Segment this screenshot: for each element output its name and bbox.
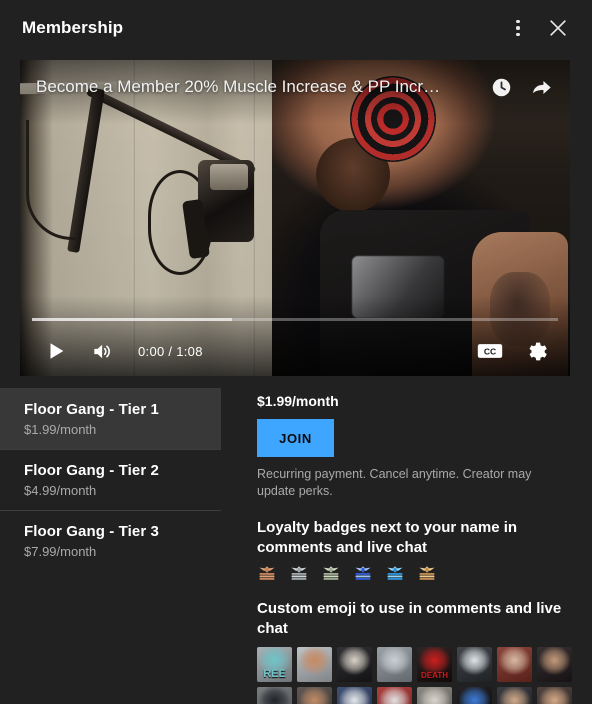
emoji-art	[377, 646, 412, 682]
tier-option-3[interactable]: Floor Gang - Tier 3 $7.99/month	[0, 510, 221, 571]
recurring-payment-note: Recurring payment. Cancel anytime. Creat…	[257, 467, 532, 498]
play-glyph	[50, 343, 64, 359]
play-icon[interactable]	[36, 331, 76, 371]
emoji-art	[337, 646, 372, 682]
more-vertical-glyph	[516, 19, 520, 37]
badge-glyph	[355, 566, 371, 581]
membership-dialog: Membership Become a Member 20% Muscle In…	[0, 0, 592, 704]
loyalty-badge-6-month	[321, 565, 341, 581]
emoji-laugh[interactable]	[297, 646, 332, 682]
volume-icon[interactable]	[82, 331, 122, 371]
emoji-shirt[interactable]	[337, 646, 372, 682]
progress-bar[interactable]	[32, 318, 558, 321]
close-icon[interactable]	[538, 8, 578, 48]
badge-glyph	[419, 566, 435, 581]
detail-price: $1.99/month	[257, 393, 339, 409]
emoji-text-blue[interactable]	[457, 686, 492, 704]
loyalty-badge-1-month	[257, 565, 277, 581]
gear-icon[interactable]	[516, 331, 556, 371]
volume-glyph	[93, 344, 110, 358]
control-row: 0:00 / 1:08 CC	[20, 326, 570, 376]
emoji-art	[537, 686, 572, 704]
emoji-point[interactable]	[297, 686, 332, 704]
badge-glyph	[323, 566, 339, 581]
tier-name: Floor Gang - Tier 1	[24, 401, 159, 418]
emoji-art	[337, 686, 372, 704]
emoji-label: DEATH	[421, 670, 448, 680]
emoji-label: REE	[263, 667, 286, 680]
svg-text:CC: CC	[484, 347, 496, 357]
custom-emoji-title: Custom emoji to use in comments and live…	[257, 600, 562, 638]
time-display: 0:00 / 1:08	[138, 343, 203, 359]
loyalty-badge-24-month	[385, 565, 405, 581]
loyalty-badge-2-month	[289, 565, 309, 581]
loyalty-badges-title: Loyalty badges next to your name in comm…	[257, 518, 518, 556]
video-title[interactable]: Become a Member 20% Muscle Increase & PP…	[36, 77, 476, 97]
video-controls: 0:00 / 1:08 CC	[20, 318, 570, 376]
emoji-dog[interactable]	[337, 686, 372, 704]
tier-details: $1.99/month JOIN Recurring payment. Canc…	[257, 393, 577, 704]
custom-emoji-grid: REE DEATH	[257, 646, 575, 704]
badge-glyph	[259, 566, 275, 581]
emoji-hand[interactable]	[417, 686, 452, 704]
badge-glyph	[291, 566, 307, 581]
emoji-art	[417, 686, 452, 704]
progress-buffered	[32, 318, 232, 321]
emoji-rage[interactable]	[497, 646, 532, 682]
video-header-bar: Become a Member 20% Muscle Increase & PP…	[20, 60, 570, 114]
loyalty-badge-12-month	[353, 565, 373, 581]
tier-option-2[interactable]: Floor Gang - Tier 2 $4.99/month	[0, 449, 221, 510]
emoji-art	[457, 686, 492, 704]
loyalty-badge-list	[257, 565, 577, 581]
badge-glyph	[387, 566, 403, 581]
cc-icon[interactable]: CC	[470, 331, 510, 371]
emoji-art	[297, 646, 332, 682]
emoji-beard[interactable]	[537, 646, 572, 682]
emoji-art	[537, 646, 572, 682]
emoji-hands-face[interactable]	[537, 686, 572, 704]
share-glyph	[532, 80, 551, 94]
dialog-header: Membership	[0, 0, 592, 56]
share-icon[interactable]	[526, 72, 556, 102]
gear-glyph	[529, 342, 547, 360]
clock-glyph	[492, 78, 510, 96]
emoji-suit[interactable]	[497, 686, 532, 704]
tier-name: Floor Gang - Tier 2	[24, 462, 159, 479]
loyalty-badge-36-month	[417, 565, 437, 581]
page-title: Membership	[22, 18, 124, 37]
emoji-art	[257, 686, 292, 704]
tier-option-1[interactable]: Floor Gang - Tier 1 $1.99/month	[0, 388, 221, 449]
emoji-mic[interactable]	[377, 646, 412, 682]
emoji-ree[interactable]: REE	[257, 646, 292, 682]
tier-price: $4.99/month	[24, 483, 97, 498]
emoji-death[interactable]: DEATH	[417, 646, 452, 682]
emoji-stone[interactable]	[457, 646, 492, 682]
emoji-art	[297, 686, 332, 704]
join-button[interactable]: JOIN	[257, 419, 334, 457]
emoji-art	[377, 686, 412, 704]
emoji-glasses[interactable]	[257, 686, 292, 704]
tier-price: $1.99/month	[24, 422, 97, 437]
tier-list: Floor Gang - Tier 1 $1.99/month Floor Ga…	[0, 388, 221, 571]
emoji-art	[497, 686, 532, 704]
emoji-red-shirt[interactable]	[377, 686, 412, 704]
emoji-art	[497, 646, 532, 682]
tier-price: $7.99/month	[24, 544, 97, 559]
close-glyph	[550, 20, 566, 36]
tier-name: Floor Gang - Tier 3	[24, 523, 159, 540]
video-player[interactable]: Become a Member 20% Muscle Increase & PP…	[20, 60, 570, 376]
clock-icon[interactable]	[486, 72, 516, 102]
more-vertical-icon[interactable]	[498, 8, 538, 48]
emoji-art	[457, 646, 492, 682]
cc-glyph: CC	[477, 344, 503, 358]
